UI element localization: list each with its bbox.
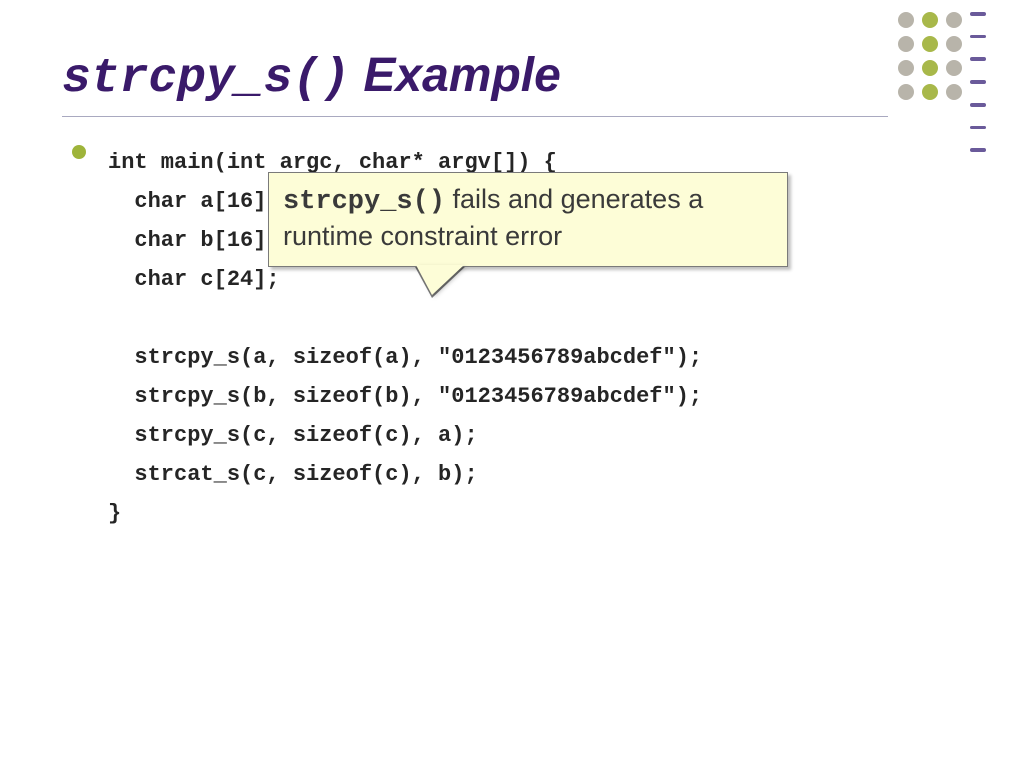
code-line: strcpy_s(a, sizeof(a), "0123456789abcdef… bbox=[108, 345, 702, 370]
slide-title: strcpy_s() Example bbox=[62, 48, 561, 106]
callout: strcpy_s() fails and generates a runtime… bbox=[268, 172, 788, 267]
bullet-icon bbox=[72, 145, 86, 159]
code-line: strcat_s(c, sizeof(c), b); bbox=[108, 462, 478, 487]
title-rest: Example bbox=[350, 49, 561, 102]
callout-box: strcpy_s() fails and generates a runtime… bbox=[268, 172, 788, 267]
code-line: } bbox=[108, 501, 121, 526]
slide: strcpy_s() Example int main(int argc, ch… bbox=[0, 0, 1024, 768]
decorative-dots bbox=[898, 12, 994, 152]
title-code: strcpy_s() bbox=[62, 52, 350, 106]
code-line: char a[16]; bbox=[108, 189, 280, 214]
code-line: strcpy_s(c, sizeof(c), a); bbox=[108, 423, 478, 448]
code-line: char c[24]; bbox=[108, 267, 280, 292]
title-underline bbox=[62, 116, 888, 117]
callout-pointer bbox=[416, 265, 464, 295]
code-line: strcpy_s(b, sizeof(b), "0123456789abcdef… bbox=[108, 384, 702, 409]
callout-code: strcpy_s() bbox=[283, 187, 445, 217]
code-line: char b[16]; bbox=[108, 228, 280, 253]
